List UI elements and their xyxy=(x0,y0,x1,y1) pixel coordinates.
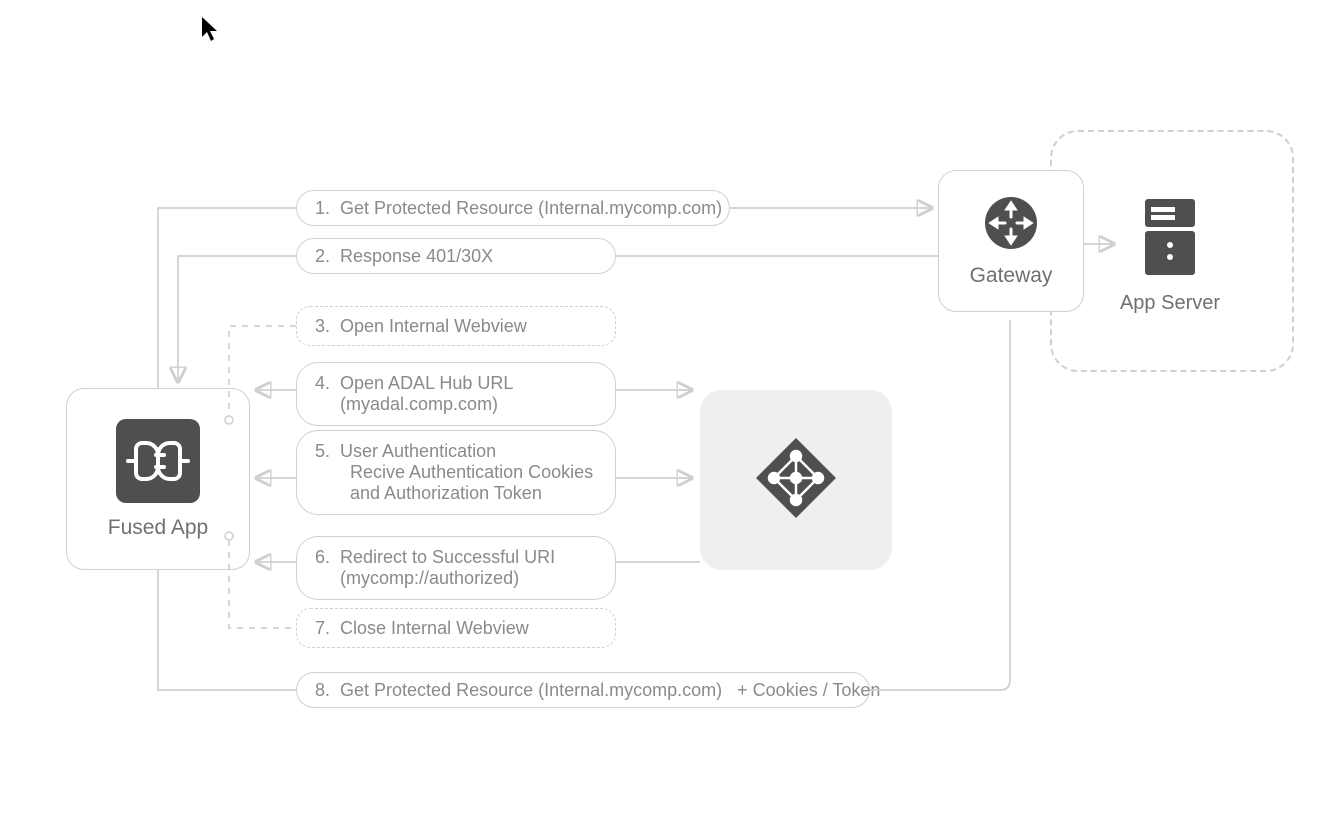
step-3-text: Open Internal Webview xyxy=(340,316,527,337)
server-icon xyxy=(1139,195,1201,284)
step-2-text: Response 401/30X xyxy=(340,246,493,267)
step-2: 2. Response 401/30X xyxy=(296,238,616,274)
step-3-num: 3. xyxy=(315,316,330,337)
step-5: 5. User Authentication Recive Authentica… xyxy=(296,430,616,515)
step-5-num: 5. xyxy=(315,441,330,462)
node-fused-app-label: Fused App xyxy=(108,516,208,540)
step-8-text: Get Protected Resource (Internal.mycomp.… xyxy=(340,680,880,701)
node-adal xyxy=(700,390,892,570)
step-1: 1. Get Protected Resource (Internal.myco… xyxy=(296,190,730,226)
plug-icon xyxy=(116,419,200,508)
step-4-num: 4. xyxy=(315,373,330,394)
step-5-text: User Authentication Recive Authenticatio… xyxy=(340,441,593,504)
mouse-cursor-icon xyxy=(200,15,220,50)
step-4: 4. Open ADAL Hub URL (myadal.comp.com) xyxy=(296,362,616,426)
node-gateway-label: Gateway xyxy=(970,264,1053,288)
step-3: 3. Open Internal Webview xyxy=(296,306,616,346)
step-7: 7. Close Internal Webview xyxy=(296,608,616,648)
step-2-num: 2. xyxy=(315,246,330,267)
step-6-text: Redirect to Successful URI (mycomp://aut… xyxy=(340,547,555,589)
node-gateway: Gateway xyxy=(938,170,1084,312)
step-8: 8. Get Protected Resource (Internal.myco… xyxy=(296,672,870,708)
azure-ad-icon xyxy=(750,432,842,529)
node-app-server-label: App Server xyxy=(1120,292,1220,315)
node-app-server: App Server xyxy=(1118,195,1222,315)
step-7-num: 7. xyxy=(315,618,330,639)
step-8-num: 8. xyxy=(315,680,330,701)
step-6-num: 6. xyxy=(315,547,330,568)
gateway-icon xyxy=(983,195,1039,256)
step-4-text: Open ADAL Hub URL (myadal.comp.com) xyxy=(340,373,513,415)
step-6: 6. Redirect to Successful URI (mycomp://… xyxy=(296,536,616,600)
step-1-num: 1. xyxy=(315,198,330,219)
step-1-text: Get Protected Resource (Internal.mycomp.… xyxy=(340,198,722,219)
step-7-text: Close Internal Webview xyxy=(340,618,529,639)
node-fused-app: Fused App xyxy=(66,388,250,570)
